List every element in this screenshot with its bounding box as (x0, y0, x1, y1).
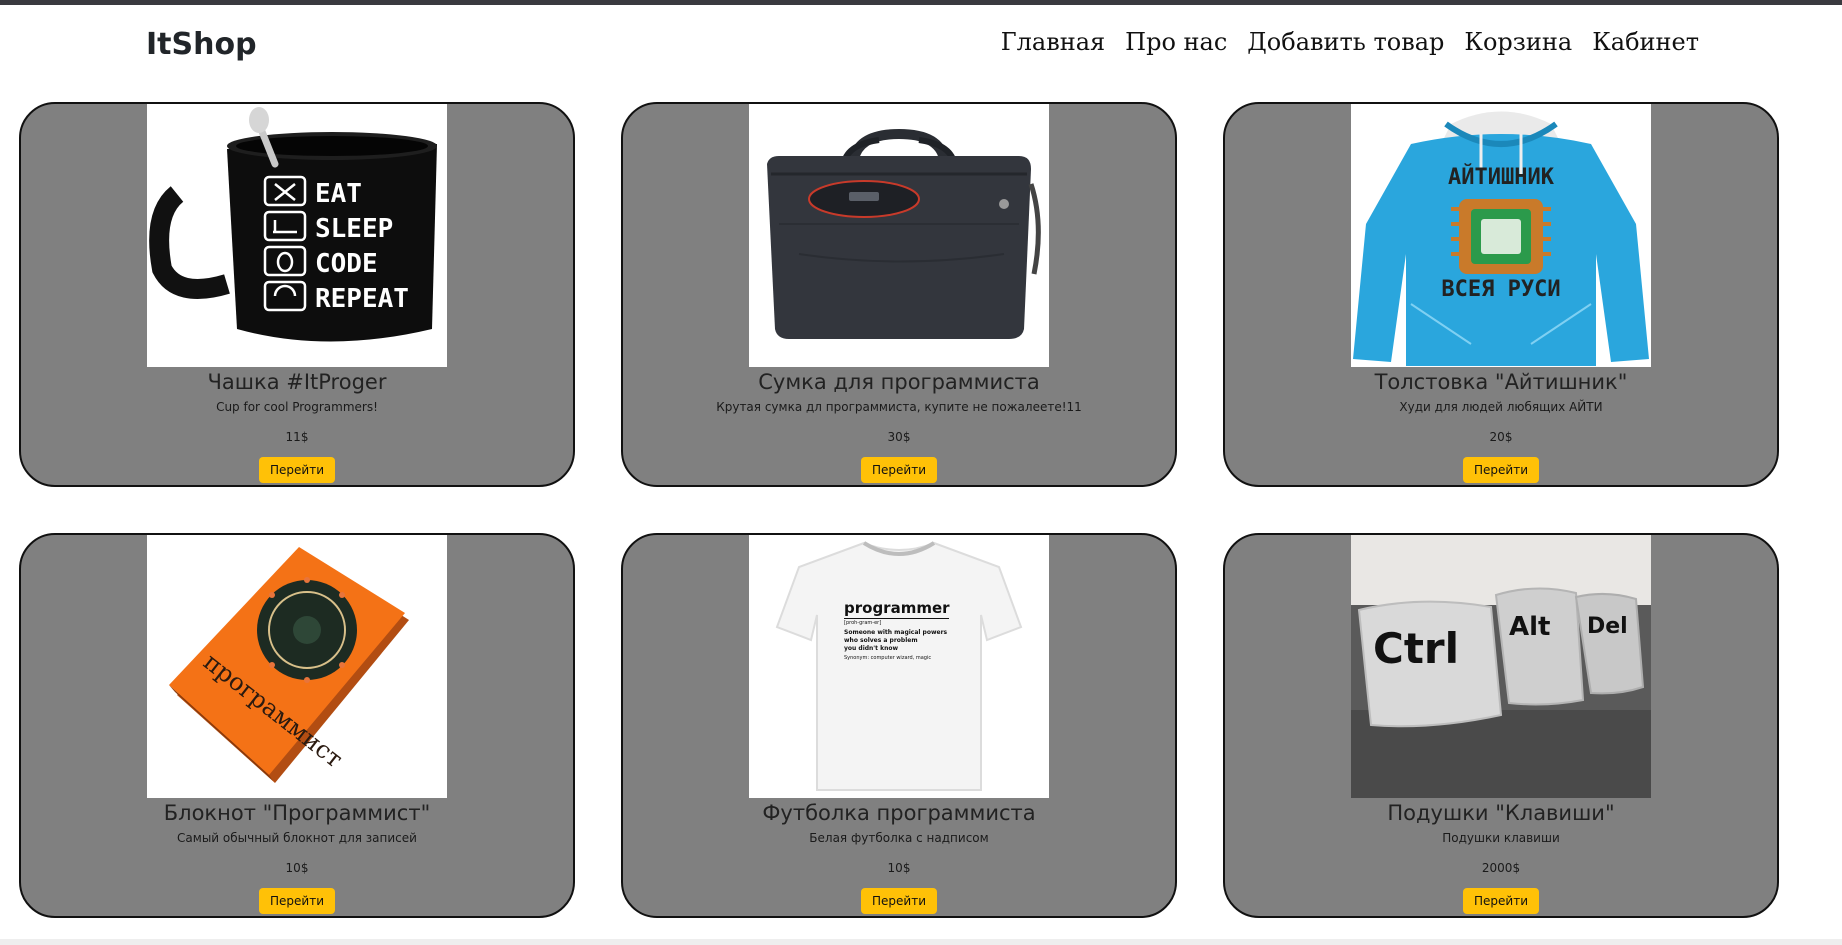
product-card: programmer [proh-gram-er] Someone with m… (621, 533, 1177, 918)
product-price: 11$ (285, 430, 309, 444)
product-title: Сумка для программиста (758, 370, 1040, 394)
nav-link-account[interactable]: Кабинет (1592, 27, 1699, 57)
laptop-bag-image[interactable] (749, 104, 1049, 367)
notebook-image[interactable]: программист (147, 535, 447, 798)
product-card: АЙТИШНИК ВСЕЯ РУСИ Толстовка "Айтишник" … (1223, 102, 1779, 487)
product-price: 20$ (1489, 430, 1513, 444)
mug-text-3: CODE (315, 249, 378, 279)
tshirt-synonyms: Synonym: computer wizard, magic (844, 655, 931, 661)
mug-text-4: REPEAT (315, 284, 409, 314)
product-title: Подушки "Клавиши" (1387, 801, 1615, 825)
hoodie-image[interactable]: АЙТИШНИК ВСЕЯ РУСИ (1351, 104, 1651, 367)
nav-link-home[interactable]: Главная (1001, 27, 1105, 57)
tshirt-line-3: you didn't know (844, 645, 898, 652)
pillow-text-del: Del (1587, 614, 1628, 639)
product-title: Чашка #ItProger (207, 370, 387, 394)
product-card: Ctrl Alt Del Подушки "Клавиши" Подушки к… (1223, 533, 1779, 918)
product-description: Самый обычный блокнот для записей (177, 831, 417, 845)
nav-link-about[interactable]: Про нас (1125, 27, 1227, 57)
tshirt-image[interactable]: programmer [proh-gram-er] Someone with m… (749, 535, 1049, 798)
product-description: Подушки клавиши (1442, 831, 1560, 845)
product-price: 2000$ (1481, 861, 1521, 875)
product-card: EAT SLEEP CODE REPEAT Чашка #ItProger Cu… (19, 102, 575, 487)
product-description: Cup for cool Programmers! (216, 400, 378, 414)
nav-link-cart[interactable]: Корзина (1464, 27, 1572, 57)
product-description: Худи для людей любящих АЙТИ (1399, 400, 1603, 414)
product-title: Футболка программиста (762, 801, 1036, 825)
product-price: 10$ (285, 861, 309, 875)
mug-text-1: EAT (315, 179, 362, 209)
go-button[interactable]: Перейти (861, 457, 937, 483)
main-nav: Главная Про нас Добавить товар Корзина К… (1001, 27, 1699, 57)
mug-image[interactable]: EAT SLEEP CODE REPEAT (147, 104, 447, 367)
product-card: Сумка для программиста Крутая сумка дл п… (621, 102, 1177, 487)
top-border (0, 0, 1842, 5)
product-price: 10$ (887, 861, 911, 875)
tshirt-heading: programmer (844, 599, 950, 617)
go-button[interactable]: Перейти (1463, 457, 1539, 483)
nav-link-add-product[interactable]: Добавить товар (1247, 27, 1444, 57)
hoodie-text-top: АЙТИШНИК (1448, 164, 1555, 190)
hoodie-text-bottom: ВСЕЯ РУСИ (1441, 277, 1560, 302)
go-button[interactable]: Перейти (1463, 888, 1539, 914)
product-price: 30$ (887, 430, 911, 444)
pillows-image[interactable]: Ctrl Alt Del (1351, 535, 1651, 798)
product-title: Блокнот "Программист" (163, 801, 431, 825)
pillow-text-alt: Alt (1509, 612, 1550, 642)
tshirt-line-1: Someone with magical powers (844, 629, 948, 636)
product-grid: EAT SLEEP CODE REPEAT Чашка #ItProger Cu… (19, 102, 1779, 918)
go-button[interactable]: Перейти (259, 457, 335, 483)
go-button[interactable]: Перейти (861, 888, 937, 914)
product-title: Толстовка "Айтишник" (1374, 370, 1628, 394)
brand-logo[interactable]: ItShop (146, 27, 257, 63)
product-description: Крутая сумка дл программиста, купите не … (716, 400, 1082, 414)
product-card: программист Блокнот "Программист" Самый … (19, 533, 575, 918)
tshirt-phonetic: [proh-gram-er] (844, 620, 881, 626)
pillow-text-ctrl: Ctrl (1373, 624, 1459, 673)
product-description: Белая футболка с надписом (809, 831, 989, 845)
mug-text-2: SLEEP (315, 214, 393, 244)
bottom-border (0, 939, 1842, 945)
go-button[interactable]: Перейти (259, 888, 335, 914)
tshirt-line-2: who solves a problem (844, 637, 918, 644)
